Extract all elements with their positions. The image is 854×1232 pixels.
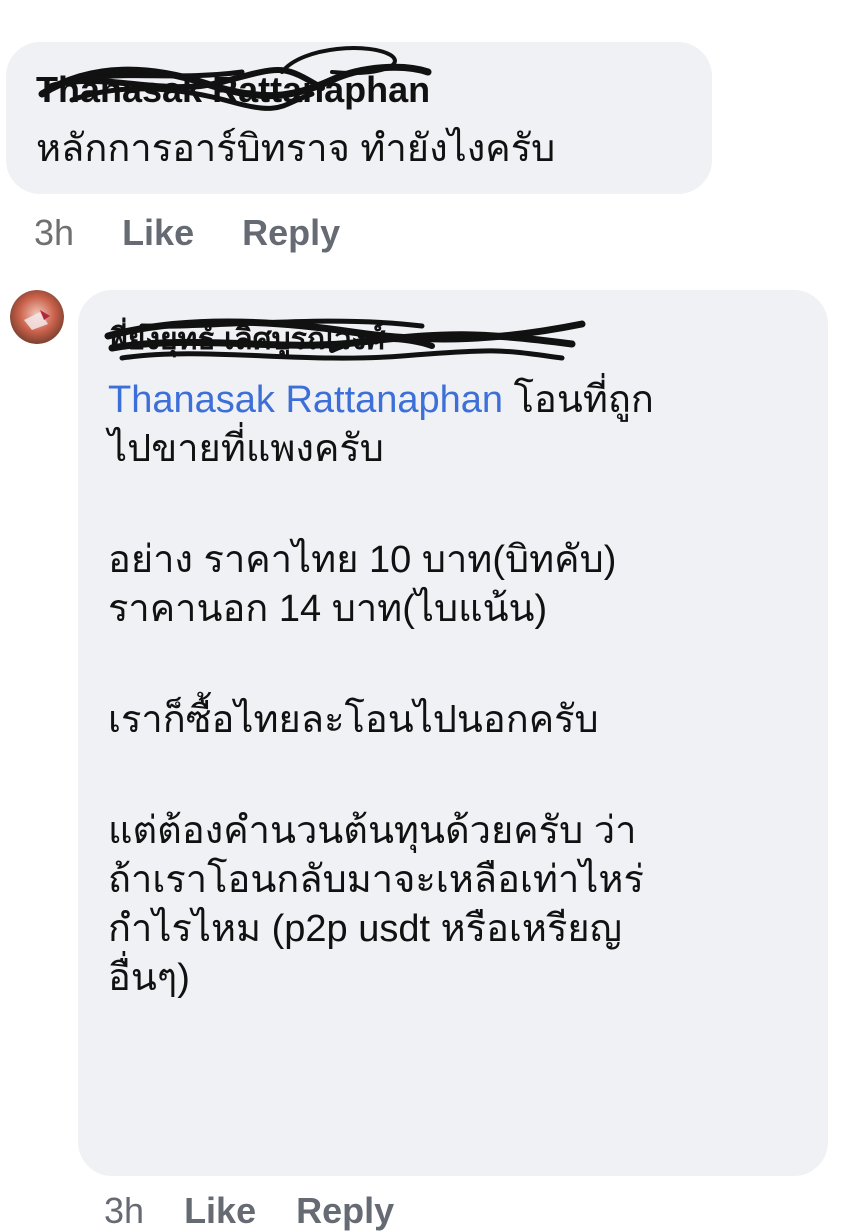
reply-like-button[interactable]: Like <box>184 1190 256 1231</box>
comment-text: หลักการอาร์บิทราจ ทำยังไงครับ <box>36 128 556 170</box>
reply-line: กำไรไหม (p2p usdt หรือเหรียญ <box>108 908 623 950</box>
reply-avatar[interactable] <box>10 290 64 344</box>
comment-author[interactable]: Thanasak Rattanaphan <box>36 46 682 112</box>
reply-timestamp: 3h <box>104 1190 145 1231</box>
comment-actions: 3h Like Reply <box>34 212 340 254</box>
comment-timestamp: 3h <box>34 212 75 253</box>
reply-button[interactable]: Reply <box>242 212 340 253</box>
reply-bubble: พี่ยงยุทธ์ เลิศบูรณวงศ์ Thanasak Rattana… <box>78 290 828 1176</box>
reply-line: Thanasak Rattanaphan โอนที่ถูก <box>108 376 798 425</box>
reply-line: เราก็ซื้อไทยละโอนไปนอกครับ <box>108 699 599 741</box>
reply-line: อื่นๆ) <box>108 957 190 999</box>
reply-line-text: โอนที่ถูก <box>513 379 654 421</box>
reply-line: ราคานอก 14 บาท(ไบแน้น) <box>108 588 548 630</box>
reply-author-name[interactable]: พี่ยงยุทธ์ เลิศบูรณวงศ์ <box>108 323 385 356</box>
mention-link[interactable]: Thanasak Rattanaphan <box>108 379 503 421</box>
user-avatar-icon <box>10 290 64 344</box>
reply-actions: 3h Like Reply <box>104 1190 424 1232</box>
reply-author[interactable]: พี่ยงยุทธ์ เลิศบูรณวงศ์ <box>104 318 798 361</box>
comment-bubble: Thanasak Rattanaphan หลักการอาร์บิทราจ ท… <box>6 42 712 194</box>
reply-line: แต่ต้องคำนวนต้นทุนด้วยครับ ว่า <box>108 810 637 852</box>
reply-reply-button[interactable]: Reply <box>296 1190 394 1231</box>
reply-text: Thanasak Rattanaphan โอนที่ถูก ไปขายที่แ… <box>108 376 798 1003</box>
like-button[interactable]: Like <box>122 212 194 253</box>
reply-line: ไปขายที่แพงครับ <box>108 428 384 470</box>
reply-line: อย่าง ราคาไทย 10 บาท(บิทคับ) <box>108 539 617 581</box>
reply-line: ถ้าเราโอนกลับมาจะเหลือเท่าไหร่ <box>108 859 644 901</box>
comment-author-name[interactable]: Thanasak Rattanaphan <box>36 69 430 110</box>
